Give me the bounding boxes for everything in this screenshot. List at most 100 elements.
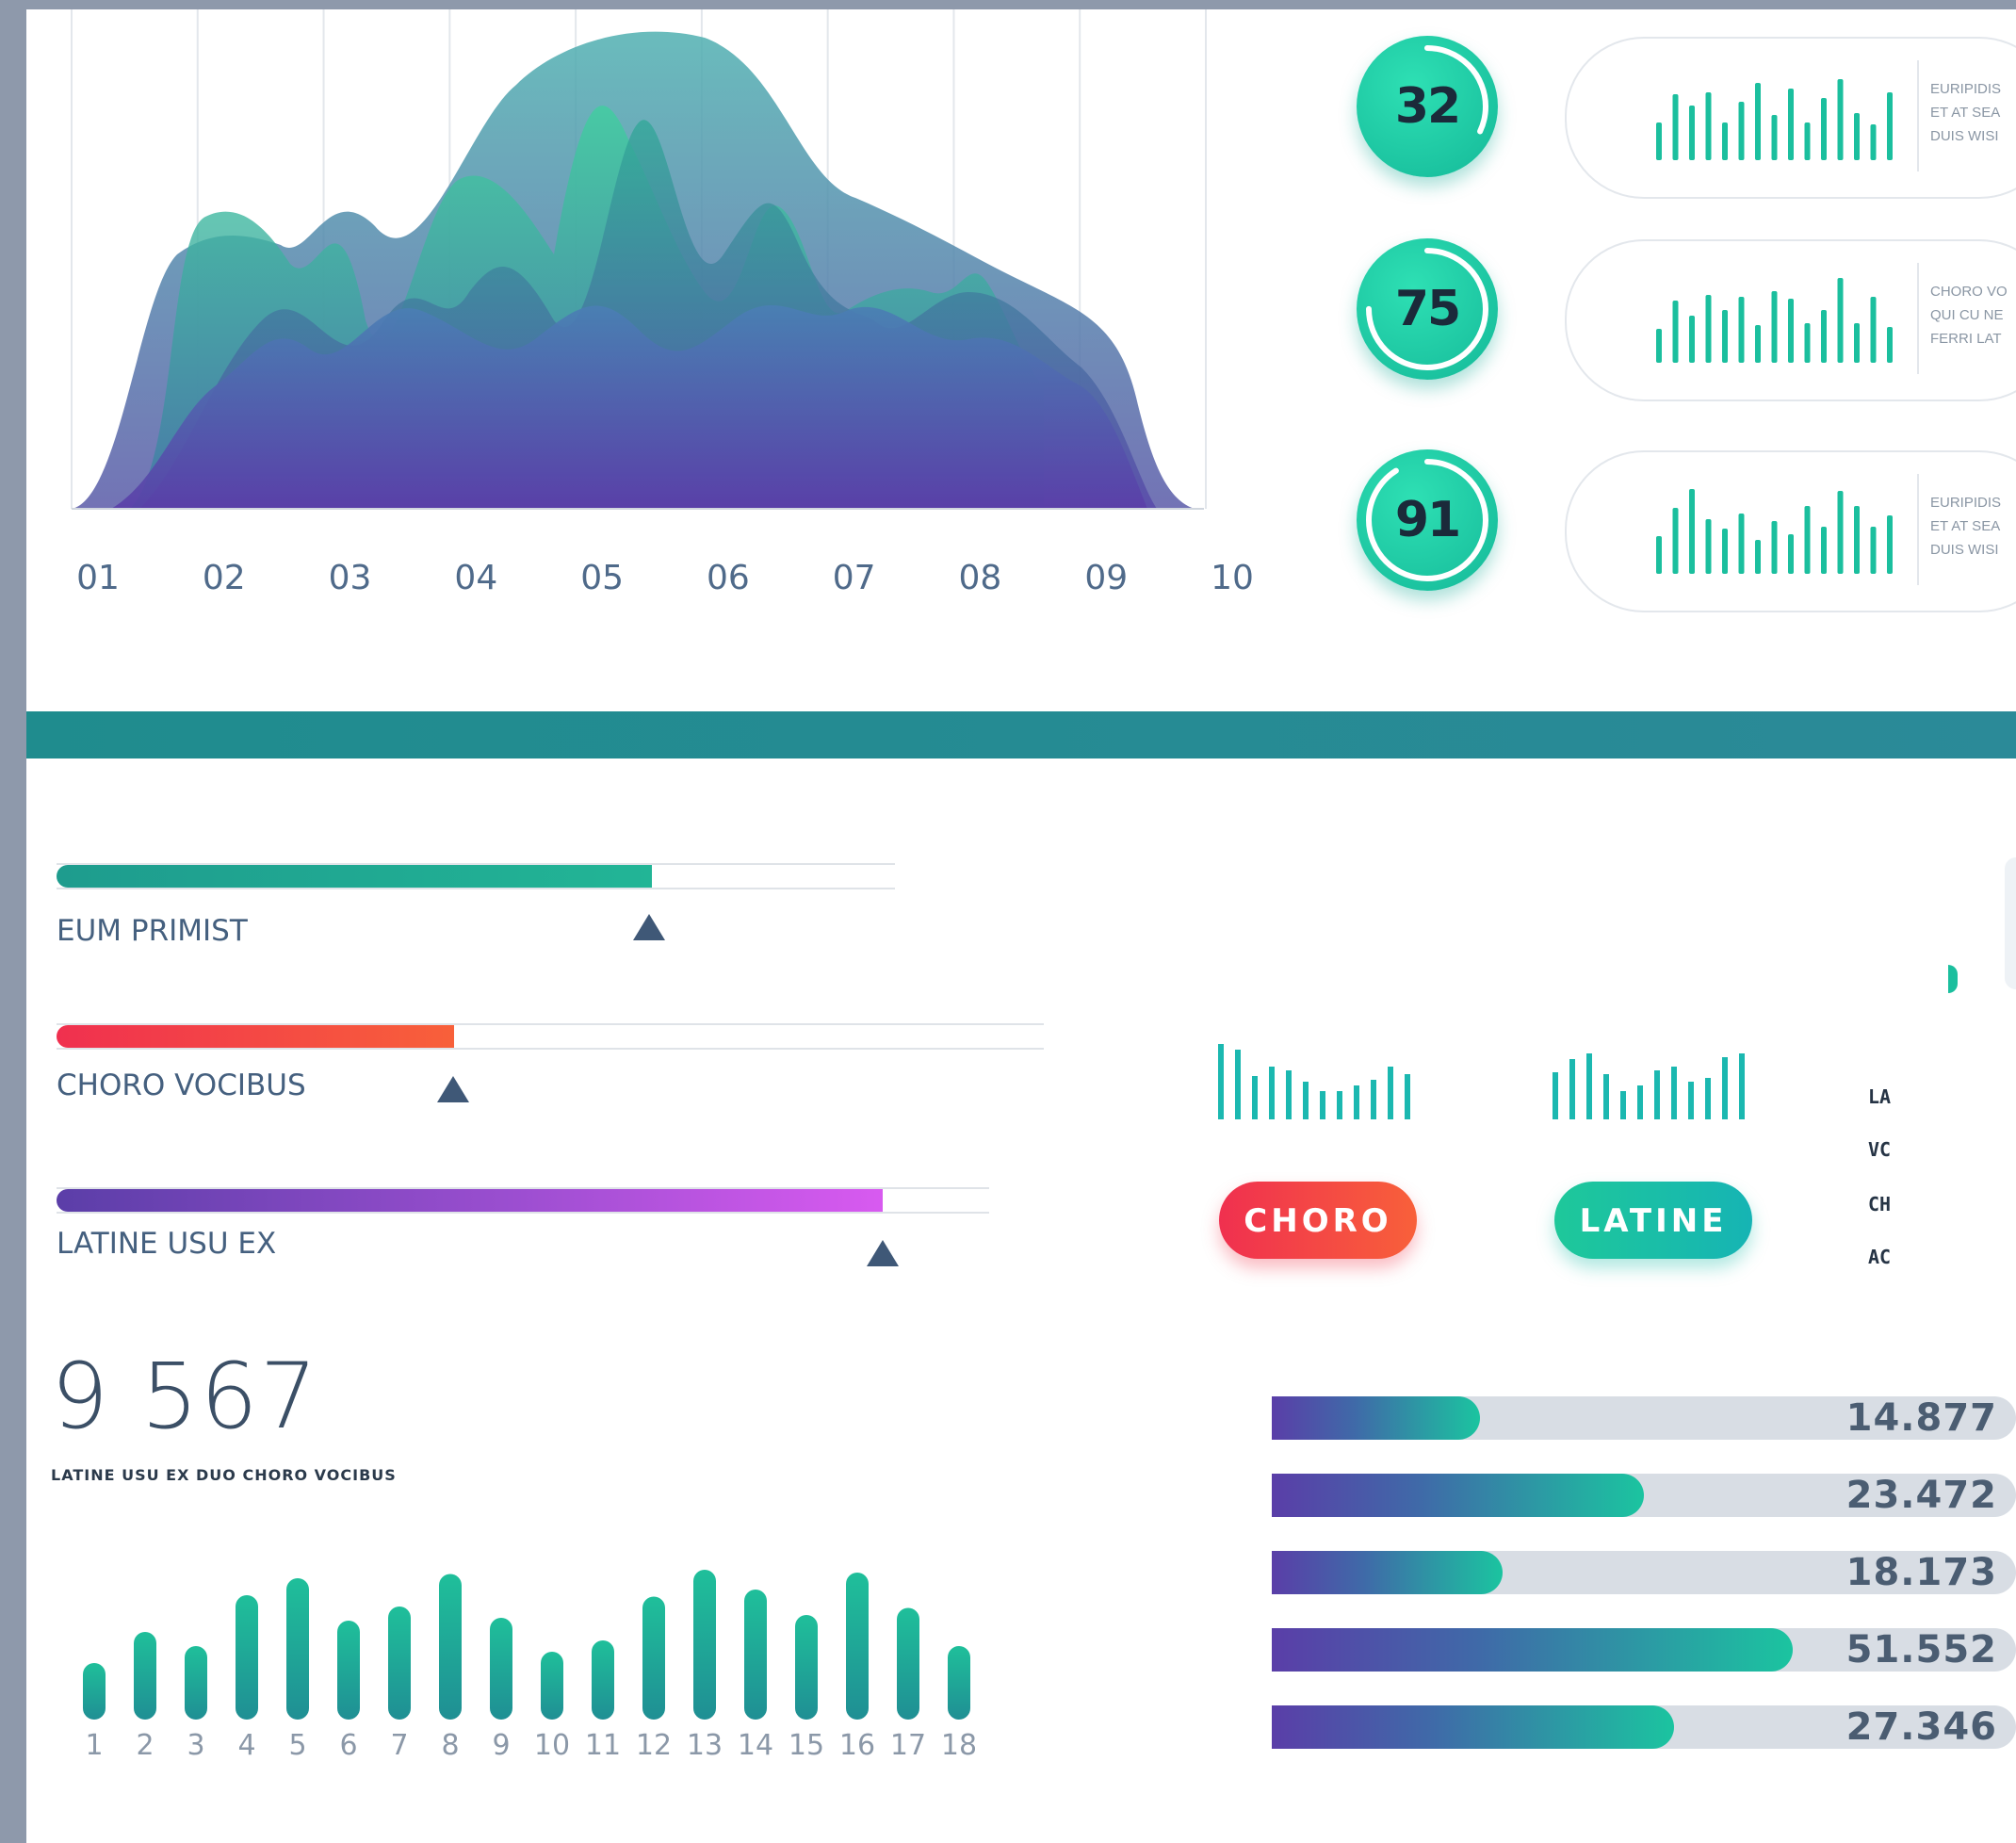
column-x-tick: 17 [889,1729,927,1762]
sparkline-bar [1672,94,1679,160]
area-x-tick: 04 [454,559,498,597]
column-bar [236,1595,258,1720]
card-caption: EURIPIDIS ET AT SEA DUIS WISI [1930,77,2016,148]
column-x-tick: 7 [390,1729,409,1762]
mini-bar [1654,1070,1660,1119]
ring-badge-1[interactable]: 32 [1357,36,1498,177]
progress-label-1: EUM PRIMIST [57,914,248,948]
progress-marker-3[interactable] [867,1240,899,1266]
latine-button[interactable]: LATINE [1554,1182,1752,1259]
card-caption-line: EURIPIDIS [1930,495,2002,511]
sparkline-bar [1788,534,1794,574]
sparkline-bar [1870,124,1877,160]
column-x-tick: 16 [838,1729,876,1762]
card-caption-line: DUIS WISI [1930,128,1999,144]
sparkline-bar [1656,536,1662,574]
hbar-value: 27.346 [1845,1705,1997,1749]
hbar-value: 51.552 [1845,1628,1997,1672]
mini-bar [1218,1044,1224,1119]
ring-badge-2[interactable]: 75 [1357,238,1498,380]
area-x-tick: 10 [1211,559,1254,597]
card-caption-line: DUIS WISI [1930,542,1999,558]
sparkline-bar [1804,323,1811,363]
column-x-tick: 5 [288,1729,307,1762]
sparkline-bar [1656,329,1662,363]
card-caption-line: CHORO VO [1930,284,2008,300]
mini-bar [1320,1091,1325,1119]
sparkline-bar [1887,92,1893,160]
column-x-tick: 8 [441,1729,460,1762]
sparkline-bar [1722,122,1728,160]
column-x-tick: 9 [492,1729,511,1762]
sparkline-bar [1887,327,1893,363]
column-x-tick: 2 [136,1729,154,1762]
column-x-tick: 10 [533,1729,571,1762]
card-divider [1917,474,1919,585]
sparkline-bar [1755,540,1761,574]
mini-bar [1235,1050,1241,1119]
progress-fill-1 [57,865,652,888]
column-bar [337,1621,360,1720]
sparkline-bar [1689,106,1695,160]
area-x-tick: 05 [580,559,625,597]
hbar-value: 18.173 [1845,1551,1997,1594]
card-divider [1917,263,1919,374]
ring-badge-3[interactable]: 91 [1357,449,1498,591]
sparkline-bar [1887,515,1893,574]
scroll-dot[interactable] [1948,965,1958,993]
sparkline-bars [1656,79,1893,160]
mini-bar [1603,1074,1609,1119]
column-bar [541,1652,563,1720]
sparkline-bars [1656,489,1893,574]
column-bar [490,1618,512,1720]
mini-bar [1337,1091,1342,1119]
mini-bar [1739,1053,1745,1119]
column-x-tick: 11 [584,1729,622,1762]
ring-value: 32 [1394,78,1461,135]
mini-bar [1705,1078,1711,1119]
column-bar [286,1578,309,1720]
right-edge-shadow [2005,857,2016,989]
sparkline-bar [1672,508,1679,574]
ring-value: 75 [1394,281,1461,337]
mini-chart-choro [1218,1044,1410,1119]
side-label-2: VC [1868,1138,1892,1161]
sparkline-bar [1705,295,1712,363]
card-caption-line: EURIPIDIS [1930,81,2002,97]
column-x-tick: 12 [635,1729,673,1762]
sparkline-bar [1821,527,1827,574]
area-x-tick: 01 [76,559,120,597]
sparkline-bar [1672,301,1679,363]
sparkline-bar [1689,316,1695,363]
sparkline-bar [1821,98,1827,160]
column-bar [948,1646,970,1720]
progress-marker-2[interactable] [437,1076,469,1102]
hbar-fill [1272,1705,1674,1749]
sparkline-bar [1705,519,1712,574]
mini-bar [1569,1059,1575,1119]
choro-button[interactable]: CHORO [1219,1182,1417,1259]
sparkline-bar [1755,83,1761,160]
side-label-1: LA [1868,1085,1892,1108]
sparkline-bar [1722,529,1728,574]
card-caption-line: QUI CU NE [1930,307,2004,323]
column-bar [83,1663,106,1720]
column-bar [388,1607,411,1720]
dashboard-panel: 01 02 03 04 05 06 07 08 09 10 32 EURIPIDIS ET AT SE… [26,9,2016,1843]
sparkline-bar [1755,325,1761,363]
mini-bar [1405,1074,1410,1119]
area-chart [71,9,1207,510]
column-x-tick: 14 [737,1729,774,1762]
sparkline-bar [1722,310,1728,363]
mini-bar [1620,1091,1626,1119]
sparkline-bar [1854,506,1860,574]
column-bar [439,1574,462,1720]
progress-marker-1[interactable] [633,914,665,940]
hbar-track-3: 18.173 [1272,1551,2016,1594]
sparkline-bar [1821,310,1827,363]
area-x-tick: 02 [202,559,246,597]
area-x-tick: 03 [328,559,372,597]
column-x-tick: 1 [85,1729,104,1762]
hbar-track-5: 27.346 [1272,1705,2016,1749]
sparkline-bar [1837,79,1844,160]
